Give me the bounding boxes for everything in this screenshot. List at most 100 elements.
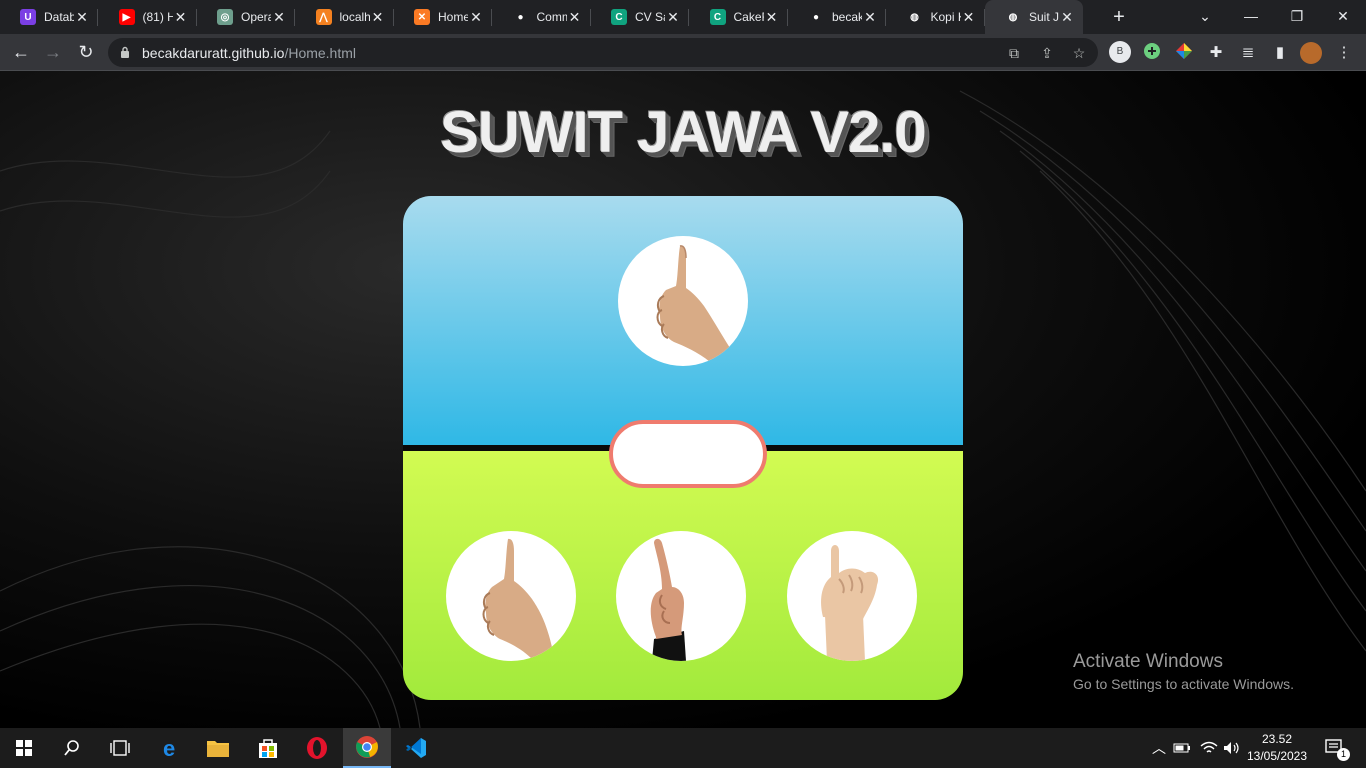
browser-tab[interactable]: ◍ Kopi K✕ bbox=[887, 0, 985, 34]
search-button[interactable] bbox=[48, 728, 96, 768]
tab-title: Operat bbox=[241, 10, 271, 24]
tab-close-icon[interactable]: ✕ bbox=[370, 9, 386, 26]
tab-close-icon[interactable]: ✕ bbox=[961, 9, 977, 26]
extensions-puzzle-icon[interactable]: ✚ bbox=[1205, 42, 1227, 64]
browser-tab[interactable]: ⋀ localh ✕ bbox=[296, 0, 394, 34]
system-clock[interactable]: 23.52 13/05/2023 bbox=[1242, 731, 1312, 765]
tab-close-icon[interactable]: ✕ bbox=[665, 9, 681, 26]
close-window-button[interactable]: ✕ bbox=[1320, 0, 1366, 34]
opera-icon bbox=[307, 737, 327, 759]
thumb-hand-icon bbox=[482, 538, 554, 659]
menu-kebab-icon[interactable]: ⋮ bbox=[1333, 42, 1355, 64]
browser-tab[interactable]: U Datab ✕ bbox=[0, 0, 98, 34]
profile-avatar-icon[interactable] bbox=[1300, 42, 1322, 64]
store-icon bbox=[259, 739, 277, 758]
new-tab-button[interactable]: + bbox=[1108, 6, 1130, 28]
browser-tab[interactable]: ✕ Home ✕ bbox=[394, 0, 492, 34]
browser-tab-strip: UDatab✕▶(81) H✕◎Operat✕⋀localh✕✕Home✕●Co… bbox=[0, 0, 1366, 34]
browser-tab[interactable]: ● becakd✕ bbox=[788, 0, 886, 34]
minimize-button[interactable]: — bbox=[1228, 0, 1274, 34]
vscode-icon bbox=[406, 738, 426, 758]
share-icon[interactable]: ⇪ bbox=[1037, 43, 1057, 63]
pinky-finger-hand-icon bbox=[821, 545, 879, 661]
add-extension-icon[interactable] bbox=[1141, 42, 1163, 64]
opponent-choice bbox=[618, 236, 748, 366]
globe-icon: ◍ bbox=[1005, 9, 1021, 25]
bookmark-star-icon[interactable]: ☆ bbox=[1069, 43, 1089, 63]
windows-logo-icon bbox=[16, 740, 32, 756]
restore-button[interactable]: ❐ bbox=[1274, 0, 1320, 34]
browser-tab[interactable]: C CakeR✕ bbox=[690, 0, 788, 34]
start-button[interactable] bbox=[0, 728, 48, 768]
reload-button[interactable]: ↻ bbox=[73, 39, 99, 65]
choice-thumb-button[interactable] bbox=[446, 531, 576, 661]
globe-icon: ◍ bbox=[906, 9, 923, 25]
tab-close-icon[interactable]: ✕ bbox=[271, 9, 287, 26]
clock-date: 13/05/2023 bbox=[1246, 749, 1308, 763]
browser-tab[interactable]: ◍ Suit Ja✕ bbox=[985, 0, 1083, 34]
taskbar-chrome[interactable] bbox=[343, 728, 391, 768]
xampp-icon: ✕ bbox=[414, 9, 430, 25]
browser-tab[interactable]: ● Comm✕ bbox=[493, 0, 591, 34]
address-bar[interactable]: becakdaruratt.github.io/Home.html ⧉ ⇪ ☆ bbox=[108, 38, 1098, 67]
youtube-icon: ▶ bbox=[118, 9, 135, 25]
tab-close-icon[interactable]: ✕ bbox=[74, 9, 90, 26]
url-host: becakdaruratt.github.io bbox=[142, 45, 285, 61]
battery-icon[interactable] bbox=[1172, 728, 1192, 768]
browser-tab[interactable]: ▶ (81) H ✕ bbox=[99, 0, 197, 34]
tab-close-icon[interactable]: ✕ bbox=[173, 9, 189, 26]
tab-title: CV Say bbox=[635, 10, 665, 24]
openai-icon: ◎ bbox=[217, 9, 233, 25]
search-icon bbox=[64, 740, 79, 756]
choice-pinky-button[interactable] bbox=[787, 531, 917, 661]
side-panel-icon[interactable]: ▮ bbox=[1269, 42, 1291, 64]
forward-button[interactable]: → bbox=[40, 39, 66, 65]
notification-count-badge: 1 bbox=[1337, 748, 1350, 761]
c-brand-icon: C bbox=[709, 9, 726, 25]
tab-search-icon[interactable]: ⌄ bbox=[1182, 0, 1228, 34]
xampp-icon: ⋀ bbox=[315, 9, 332, 25]
media-queue-icon[interactable]: ≣ bbox=[1237, 42, 1259, 64]
tab-title: Suit Ja bbox=[1029, 10, 1059, 24]
tab-title: Datab bbox=[44, 10, 74, 24]
back-button[interactable]: ← bbox=[8, 39, 34, 65]
taskbar-edge[interactable]: e bbox=[146, 728, 194, 768]
choice-index-button[interactable] bbox=[616, 531, 746, 661]
browser-tab[interactable]: ◎ Operat✕ bbox=[197, 0, 295, 34]
index-finger-hand-icon bbox=[650, 538, 686, 661]
tab-close-icon[interactable]: ✕ bbox=[567, 9, 583, 26]
profile-extension-icon[interactable]: B bbox=[1109, 41, 1131, 63]
lock-icon[interactable] bbox=[120, 46, 130, 58]
wifi-icon[interactable] bbox=[1198, 728, 1220, 768]
folder-icon bbox=[207, 741, 229, 757]
color-picker-extension-icon[interactable] bbox=[1173, 42, 1195, 64]
task-view-icon bbox=[110, 740, 130, 756]
result-display bbox=[609, 420, 767, 488]
url-text: becakdaruratt.github.io/Home.html bbox=[142, 45, 356, 61]
translate-icon[interactable]: ⧉ bbox=[1004, 43, 1024, 63]
show-hidden-icons-button[interactable]: ︿ bbox=[1150, 728, 1168, 768]
u-brand-icon: U bbox=[20, 9, 36, 25]
taskbar-opera[interactable] bbox=[293, 728, 341, 768]
taskbar-vscode[interactable] bbox=[392, 728, 440, 768]
tab-close-icon[interactable]: ✕ bbox=[862, 9, 878, 26]
svg-text:e: e bbox=[163, 736, 175, 760]
tab-title: Comm bbox=[536, 10, 567, 24]
edge-icon: e bbox=[163, 736, 175, 760]
github-icon: ● bbox=[808, 9, 824, 25]
tab-close-icon[interactable]: ✕ bbox=[764, 9, 780, 26]
url-path: /Home.html bbox=[284, 45, 357, 61]
taskbar-store[interactable] bbox=[244, 728, 292, 768]
thumb-hand-icon bbox=[656, 245, 730, 362]
taskbar-file-explorer[interactable] bbox=[194, 728, 242, 768]
action-center-button[interactable]: 1 bbox=[1320, 728, 1350, 768]
browser-tab[interactable]: C CV Say✕ bbox=[591, 0, 689, 34]
tab-close-icon[interactable]: ✕ bbox=[1059, 9, 1075, 26]
task-view-button[interactable] bbox=[96, 728, 144, 768]
windows-taskbar: e ︿ 23.52 13/05/2023 1 bbox=[0, 728, 1366, 768]
clock-time: 23.52 bbox=[1261, 732, 1293, 746]
browser-toolbar: ← → ↻ becakdaruratt.github.io/Home.html … bbox=[0, 34, 1366, 71]
tab-close-icon[interactable]: ✕ bbox=[468, 9, 484, 26]
page-content: SUWIT JAWA V2.0 Activate Windows Go to S… bbox=[0, 71, 1366, 728]
volume-icon[interactable] bbox=[1221, 728, 1243, 768]
